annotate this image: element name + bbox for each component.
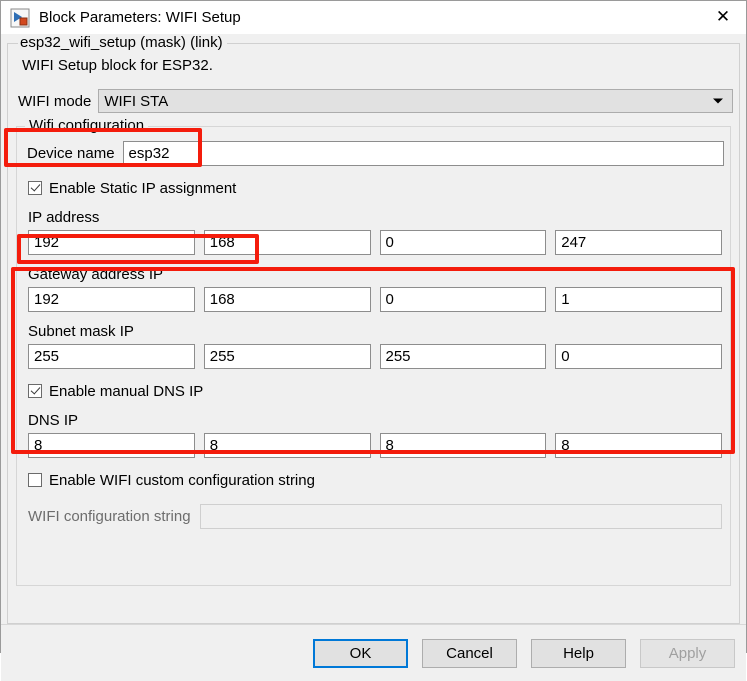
wifi-configuration-group-box: Wifi configuration Device name esp32 Ena… (16, 117, 731, 586)
ok-button[interactable]: OK (313, 638, 408, 668)
wifi-mode-value: WIFI STA (104, 92, 169, 110)
gateway-octet-2[interactable]: 168 (203, 287, 371, 312)
enable-static-ip-label: Enable Static IP assignment (49, 179, 237, 197)
dns-octet-1[interactable]: 8 (28, 433, 195, 458)
mask-group-box: esp32_wifi_setup (mask) (link) WIFI Setu… (7, 34, 740, 624)
wifi-config-string-row: WIFI configuration string (28, 504, 722, 529)
help-button[interactable]: Help (531, 638, 626, 668)
dns-octet-4[interactable]: 8 (555, 433, 722, 458)
subnet-mask-fields: 255 255 255 0 (28, 344, 722, 369)
device-name-label: Device name (27, 145, 115, 162)
subnet-mask-label: Subnet mask IP (28, 323, 134, 340)
ip-address-label: IP address (28, 209, 100, 226)
dialog-body: esp32_wifi_setup (mask) (link) WIFI Setu… (1, 34, 746, 624)
gateway-octet-4[interactable]: 1 (555, 287, 722, 312)
wifi-config-string-label: WIFI configuration string (28, 508, 191, 525)
gateway-octet-1[interactable]: 192 (28, 287, 195, 312)
enable-static-ip-checkbox[interactable] (28, 181, 42, 195)
device-name-row: Device name esp32 (27, 141, 724, 166)
wifi-mode-label: WIFI mode (18, 92, 92, 110)
enable-static-ip-row[interactable]: Enable Static IP assignment (28, 178, 724, 198)
subnet-octet-1[interactable]: 255 (28, 344, 195, 369)
ip-address-octet-3[interactable]: 0 (379, 230, 547, 255)
subnet-octet-2[interactable]: 255 (203, 344, 371, 369)
block-parameters-dialog: Block Parameters: WIFI Setup ✕ esp32_wif… (0, 0, 747, 681)
dns-octet-2[interactable]: 8 (203, 433, 371, 458)
device-name-input[interactable]: esp32 (122, 141, 724, 166)
block-description: WIFI Setup block for ESP32. (22, 57, 213, 74)
window-title: Block Parameters: WIFI Setup (39, 9, 241, 26)
enable-custom-config-row[interactable]: Enable WIFI custom configuration string (28, 470, 724, 490)
chevron-down-icon (713, 98, 723, 104)
enable-manual-dns-row[interactable]: Enable manual DNS IP (28, 381, 724, 401)
enable-manual-dns-label: Enable manual DNS IP (49, 382, 204, 400)
ip-address-octet-4[interactable]: 247 (555, 230, 722, 255)
close-icon[interactable]: ✕ (700, 1, 746, 34)
dns-ip-label: DNS IP (28, 412, 79, 429)
wifi-configuration-group-label: Wifi configuration (25, 117, 149, 134)
ip-address-octet-2[interactable]: 168 (203, 230, 371, 255)
ip-address-fields: 192 168 0 247 (28, 230, 722, 255)
dns-octet-3[interactable]: 8 (379, 433, 547, 458)
subnet-octet-4[interactable]: 0 (555, 344, 722, 369)
simulink-block-icon (10, 8, 30, 28)
wifi-mode-dropdown[interactable]: WIFI STA (98, 89, 733, 113)
enable-manual-dns-checkbox[interactable] (28, 384, 42, 398)
dns-ip-fields: 8 8 8 8 (28, 433, 722, 458)
mask-group-label: esp32_wifi_setup (mask) (link) (18, 34, 227, 51)
gateway-address-fields: 192 168 0 1 (28, 287, 722, 312)
enable-custom-config-label: Enable WIFI custom configuration string (49, 471, 315, 489)
apply-button: Apply (640, 638, 735, 668)
cancel-button[interactable]: Cancel (422, 638, 517, 668)
ip-address-octet-1[interactable]: 192 (28, 230, 195, 255)
subnet-octet-3[interactable]: 255 (379, 344, 547, 369)
title-bar: Block Parameters: WIFI Setup ✕ (1, 1, 746, 34)
wifi-mode-row: WIFI mode WIFI STA (18, 88, 733, 114)
wifi-config-string-input[interactable] (199, 504, 722, 529)
gateway-octet-3[interactable]: 0 (379, 287, 547, 312)
enable-custom-config-checkbox[interactable] (28, 473, 42, 487)
gateway-address-label: Gateway address IP (28, 266, 164, 283)
